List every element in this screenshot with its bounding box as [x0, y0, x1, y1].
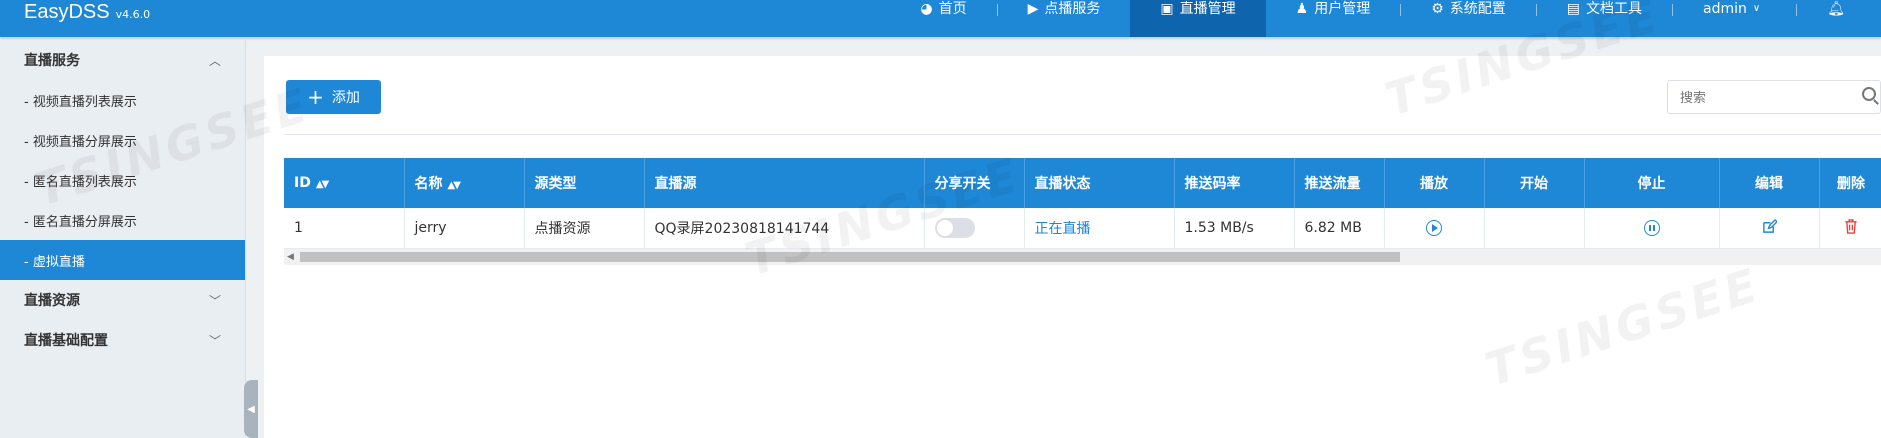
username: admin [1703, 1, 1747, 17]
chevron-up-icon: ︿ [208, 53, 221, 68]
main-content: +添加 ID▲▼ 名称▲▼ 源类型 直播源 分享开关 直播状态 推送码率 推送流… [264, 56, 1881, 438]
pause-icon[interactable] [1643, 220, 1660, 236]
notification-button[interactable]: 🔔︎ [1797, 0, 1881, 37]
bell-icon: 🔔︎ [1827, 1, 1845, 17]
app-version: v4.6.0 [115, 8, 151, 21]
search-input[interactable] [1668, 81, 1852, 115]
col-status: 直播状态 [1024, 158, 1175, 208]
col-id[interactable]: ID ▲▼ [284, 158, 405, 208]
header-label: 名称 [414, 176, 443, 192]
add-button-label: 添加 [331, 90, 360, 106]
col-start: 开始 [1484, 158, 1585, 208]
video-camera-icon: ▶ [1027, 1, 1039, 17]
dashboard-icon: ◕ [920, 1, 933, 17]
chevron-down-icon: ﹀ [208, 293, 221, 308]
cell-edit [1719, 208, 1820, 249]
edit-icon[interactable] [1762, 218, 1778, 234]
caret-left-icon: ◀ [247, 403, 255, 415]
table-header-row: ID ▲▼ 名称 ▲▼ 源类型 直播源 分享开关 直播状态 推送码率 推送流量 播放… [284, 158, 1881, 208]
chevron-down-icon: ∨ [1752, 3, 1761, 14]
sidebar-group-live-service[interactable]: 直播服务 ︿ [0, 40, 245, 80]
col-traffic: 推送流量 [1294, 158, 1385, 208]
col-source-type: 源类型 [524, 158, 645, 208]
toolbar-divider [284, 134, 1881, 135]
play-icon[interactable] [1426, 220, 1442, 236]
nav-live-management[interactable]: ▣ 直播管理 [1130, 0, 1266, 37]
cell-stop [1584, 208, 1720, 249]
sidebar-group-live-base-config[interactable]: 直播基础配置 ﹀ [0, 320, 245, 360]
table-row: 1 jerry 点播资源 QQ录屏20230818141744 正在直播 1.5… [284, 208, 1881, 249]
plus-icon: + [307, 85, 324, 109]
sort-icon[interactable]: ▲▼ [316, 179, 329, 190]
chevron-down-icon: ﹀ [208, 333, 221, 348]
nav-label: 用户管理 [1314, 1, 1371, 17]
sidebar: 直播服务 ︿ - 视频直播列表展示 - 视频直播分屏展示 - 匿名直播列表展示 -… [0, 40, 246, 438]
col-edit: 编辑 [1719, 158, 1820, 208]
nav-label: 点播服务 [1044, 1, 1101, 17]
trash-icon[interactable] [1844, 218, 1858, 234]
nav-label: 系统配置 [1449, 1, 1506, 17]
header-label: ID [294, 175, 311, 191]
nav-home[interactable]: ◕ 首页 [890, 0, 996, 37]
sort-icon[interactable]: ▲▼ [448, 180, 461, 191]
search-icon[interactable] [1862, 87, 1876, 101]
app-name: EasyDSS [24, 1, 110, 23]
sidebar-group-live-resources[interactable]: 直播资源 ﹀ [0, 280, 245, 320]
nav-user-management[interactable]: ♟ 用户管理 [1266, 0, 1401, 37]
user-icon: ♟ [1295, 1, 1309, 17]
cell-bitrate: 1.53 MB/s [1174, 208, 1295, 249]
user-menu[interactable]: admin ∨ [1673, 0, 1796, 37]
cell-name: jerry [404, 208, 525, 249]
cell-start [1484, 208, 1585, 249]
cell-delete [1819, 208, 1881, 249]
nav-label: 首页 [938, 1, 967, 17]
app-logo[interactable]: EasyDSS v4.6.0 [24, 0, 150, 22]
search-box [1667, 80, 1881, 115]
sidebar-collapse-handle[interactable]: ◀ [244, 380, 258, 438]
col-play: 播放 [1384, 158, 1485, 208]
col-delete: 删除 [1819, 158, 1881, 208]
col-name[interactable]: 名称 ▲▼ [404, 158, 525, 208]
sidebar-item-anonymous-live-split[interactable]: - 匿名直播分屏展示 [0, 200, 245, 240]
horizontal-scrollbar[interactable]: ◀ [284, 249, 1881, 265]
cell-play [1384, 208, 1485, 249]
sidebar-item-virtual-live[interactable]: - 虚拟直播 [0, 240, 245, 280]
gear-icon: ⚙ [1431, 1, 1444, 17]
broadcast-tv-icon: ▣ [1160, 1, 1174, 17]
col-bitrate: 推送码率 [1174, 158, 1295, 208]
cell-source-type: 点播资源 [524, 208, 645, 249]
main-nav: ◕ 首页 ▶ 点播服务 ▣ 直播管理 ♟ 用户管理 ⚙ 系统配置 ▤ 文档工具 admin ∨… [890, 0, 1881, 37]
cell-status: 正在直播 [1024, 208, 1175, 249]
group-label: 直播基础配置 [24, 333, 108, 349]
nav-vod-service[interactable]: ▶ 点播服务 [998, 0, 1131, 37]
cell-traffic: 6.82 MB [1294, 208, 1385, 249]
group-label: 直播资源 [24, 293, 80, 309]
nav-label: 直播管理 [1179, 1, 1236, 17]
live-table: ID ▲▼ 名称 ▲▼ 源类型 直播源 分享开关 直播状态 推送码率 推送流量 播放… [284, 158, 1881, 249]
col-stop: 停止 [1584, 158, 1720, 208]
scroll-left-icon[interactable]: ◀ [287, 252, 294, 262]
group-label: 直播服务 [24, 53, 80, 69]
cell-id: 1 [284, 208, 405, 249]
